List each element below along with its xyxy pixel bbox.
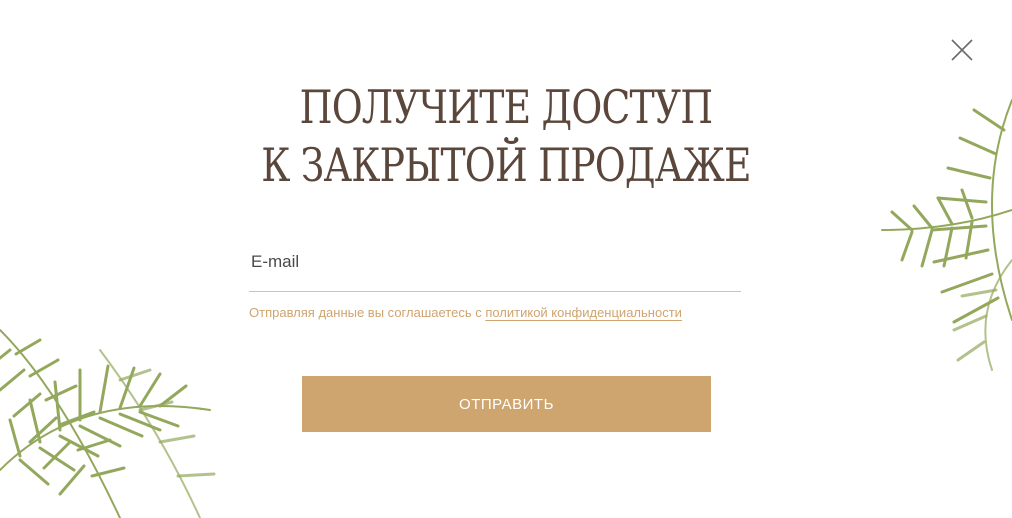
close-button[interactable]	[948, 36, 976, 64]
email-field[interactable]	[249, 240, 741, 292]
palm-leaves-left-decoration	[0, 329, 216, 518]
consent-notice: Отправляя данные вы соглашаетесь с полит…	[249, 305, 741, 320]
headline-line-2: К ЗАКРЫТОЙ ПРОДАЖЕ	[261, 138, 751, 192]
close-icon	[951, 39, 973, 61]
popup-headline: ПОЛУЧИТЕ ДОСТУП К ЗАКРЫТОЙ ПРОДАЖЕ	[91, 78, 921, 194]
consent-text: Отправляя данные вы соглашаетесь с	[249, 305, 486, 320]
access-popup: ПОЛУЧИТЕ ДОСТУП К ЗАКРЫТОЙ ПРОДАЖЕ Отпра…	[0, 0, 1012, 518]
submit-button[interactable]: ОТПРАВИТЬ	[302, 376, 711, 432]
headline-line-1: ПОЛУЧИТЕ ДОСТУП	[299, 80, 714, 134]
privacy-policy-link[interactable]: политикой конфиденциальности	[485, 305, 682, 320]
